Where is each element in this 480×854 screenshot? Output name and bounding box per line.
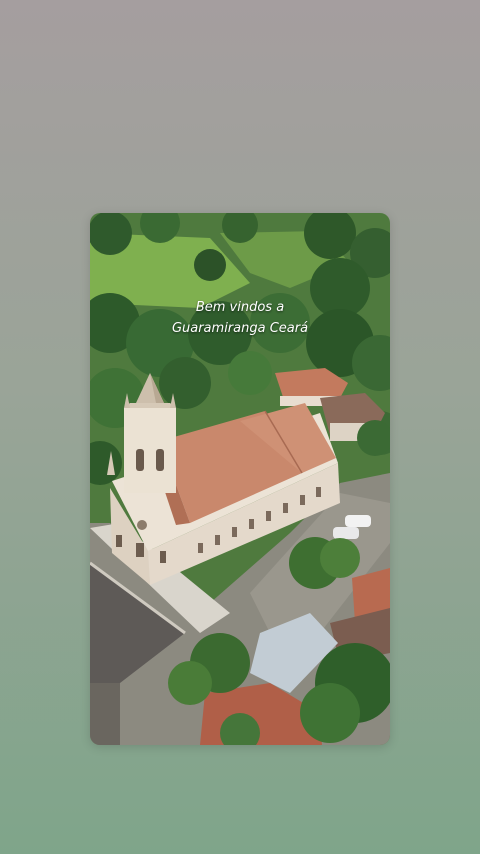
story-media-card[interactable]: Bem vindos a Guaramiranga Ceará bbox=[90, 213, 390, 745]
caption-line-1: Bem vindos a bbox=[195, 300, 285, 315]
aerial-church-photo bbox=[90, 213, 390, 745]
story-caption: Bem vindos a Guaramiranga Ceará bbox=[90, 297, 390, 339]
caption-line-2: Guaramiranga Ceará bbox=[171, 321, 309, 336]
